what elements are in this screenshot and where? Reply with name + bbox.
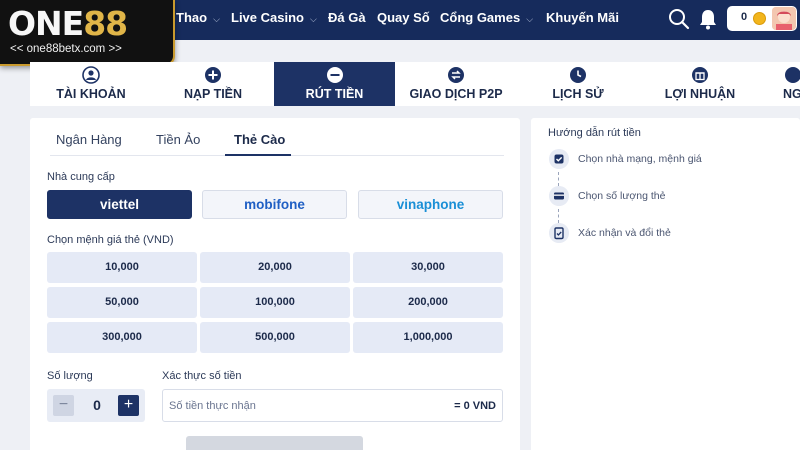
clipboard-check-icon bbox=[549, 223, 569, 243]
amount-label: Chọn mệnh giá thẻ (VND) bbox=[47, 234, 174, 246]
nav-item-live-casino[interactable]: Live Casino ⌵ bbox=[231, 0, 317, 38]
brand-logo[interactable]: ONE88 << one88betx.com >> bbox=[0, 0, 175, 66]
account-tabs: TÀI KHOẢN NẠP TIỀN RÚT TIỀN GIAO DỊCH P2… bbox=[30, 62, 800, 106]
tab-label: LỊCH SỬ bbox=[552, 87, 604, 101]
coin-icon bbox=[753, 12, 766, 25]
tab-tai-khoan[interactable]: TÀI KHOẢN bbox=[30, 62, 152, 106]
amount-option[interactable]: 50,000 bbox=[47, 287, 197, 318]
tab-label: RÚT TIỀN bbox=[305, 87, 364, 101]
nav-item-cong-games[interactable]: Cổng Games ⌵ bbox=[440, 0, 533, 38]
logo-url: << one88betx.com >> bbox=[10, 43, 122, 55]
subtab-active-indicator bbox=[225, 154, 291, 156]
received-amount-value: = 0 VND bbox=[454, 400, 496, 412]
gift-icon bbox=[692, 67, 708, 83]
guide-step: Chọn nhà mạng, mệnh giá bbox=[549, 149, 789, 171]
amount-option[interactable]: 20,000 bbox=[200, 252, 350, 283]
clock-icon bbox=[570, 67, 586, 83]
guide-step: Xác nhận và đổi thẻ bbox=[549, 223, 789, 245]
submit-button[interactable] bbox=[186, 436, 363, 450]
guide-step-text: Chọn số lượng thẻ bbox=[578, 190, 666, 202]
subtab-tien-ao[interactable]: Tiền Ảo bbox=[156, 132, 200, 147]
withdraw-card: Ngân Hàng Tiền Ảo Thẻ Cào Nhà cung cấp v… bbox=[30, 118, 520, 450]
tab-label: NG bbox=[783, 87, 800, 101]
guide-step: Chọn số lượng thẻ bbox=[549, 186, 789, 208]
amount-option[interactable]: 200,000 bbox=[353, 287, 503, 318]
amount-option[interactable]: 100,000 bbox=[200, 287, 350, 318]
plus-circle-icon bbox=[205, 67, 221, 83]
confirm-label: Xác thực số tiền bbox=[162, 370, 242, 382]
tab-rut-tien[interactable]: RÚT TIỀN bbox=[274, 62, 395, 106]
amount-option[interactable]: 500,000 bbox=[200, 322, 350, 353]
tab-label: TÀI KHOẢN bbox=[56, 87, 126, 101]
transfer-icon bbox=[448, 67, 464, 83]
subtab-ngan-hang[interactable]: Ngân Hàng bbox=[56, 132, 122, 147]
subtab-the-cao[interactable]: Thẻ Cào bbox=[234, 132, 285, 147]
provider-vinaphone[interactable]: vinaphone bbox=[358, 190, 503, 219]
withdraw-guide-panel: Hướng dẫn rút tiền Chọn nhà mạng, mệnh g… bbox=[531, 118, 800, 450]
check-shield-icon bbox=[549, 149, 569, 169]
increment-button[interactable]: + bbox=[118, 395, 139, 416]
logo-wordmark: ONE88 bbox=[8, 4, 128, 43]
tab-nap-tien[interactable]: NẠP TIỀN bbox=[152, 62, 274, 106]
step-connector bbox=[558, 172, 560, 186]
search-icon[interactable] bbox=[668, 8, 690, 30]
provider-mobifone[interactable]: mobifone bbox=[202, 190, 347, 219]
step-connector bbox=[558, 209, 560, 223]
tab-lich-su[interactable]: LỊCH SỬ bbox=[517, 62, 639, 106]
chevron-down-icon: ⌵ bbox=[526, 14, 534, 24]
bell-icon[interactable] bbox=[697, 8, 719, 30]
tab-loi-nhuan[interactable]: LỢI NHUẬN bbox=[639, 62, 761, 106]
nav-item-da-ga[interactable]: Đá Gà bbox=[328, 0, 366, 38]
avatar[interactable] bbox=[772, 7, 796, 30]
provider-viettel[interactable]: viettel bbox=[47, 190, 192, 219]
amount-option[interactable]: 300,000 bbox=[47, 322, 197, 353]
tab-label: NẠP TIỀN bbox=[183, 87, 243, 101]
amount-option[interactable]: 30,000 bbox=[353, 252, 503, 283]
guide-step-text: Chọn nhà mạng, mệnh giá bbox=[578, 153, 702, 165]
minus-circle-icon bbox=[326, 67, 343, 83]
chevron-down-icon: ⌵ bbox=[213, 14, 220, 24]
tab-more[interactable]: NG bbox=[761, 62, 800, 106]
more-icon bbox=[785, 67, 800, 83]
amount-option[interactable]: 1,000,000 bbox=[353, 322, 503, 353]
received-amount-placeholder: Số tiền thực nhận bbox=[169, 400, 256, 412]
received-amount-field[interactable]: Số tiền thực nhận = 0 VND bbox=[162, 389, 503, 422]
quantity-value[interactable]: 0 bbox=[87, 397, 107, 413]
nav-item-quay-so[interactable]: Quay Số bbox=[377, 0, 430, 38]
decrement-button[interactable]: − bbox=[53, 395, 74, 416]
nav-item-khuyen-mai[interactable]: Khuyến Mãi bbox=[546, 0, 619, 38]
tab-label: LỢI NHUẬN bbox=[664, 87, 736, 101]
balance-amount: 0 bbox=[741, 11, 748, 23]
tab-giao-dich-p2p[interactable]: GIAO DỊCH P2P bbox=[395, 62, 517, 106]
wallet-balance[interactable]: 0 bbox=[727, 6, 797, 31]
amount-option[interactable]: 10,000 bbox=[47, 252, 197, 283]
guide-title: Hướng dẫn rút tiền bbox=[548, 127, 641, 139]
provider-label: Nhà cung cấp bbox=[47, 171, 115, 183]
user-icon bbox=[82, 66, 100, 84]
nav-item-thethao[interactable]: Thao ⌵ bbox=[176, 0, 220, 38]
quantity-stepper: − 0 + bbox=[47, 389, 145, 422]
card-icon bbox=[549, 186, 569, 206]
chevron-down-icon: ⌵ bbox=[309, 14, 317, 24]
tab-label: GIAO DỊCH P2P bbox=[409, 87, 503, 101]
guide-step-text: Xác nhận và đổi thẻ bbox=[578, 227, 671, 239]
quantity-label: Số lượng bbox=[47, 370, 93, 382]
